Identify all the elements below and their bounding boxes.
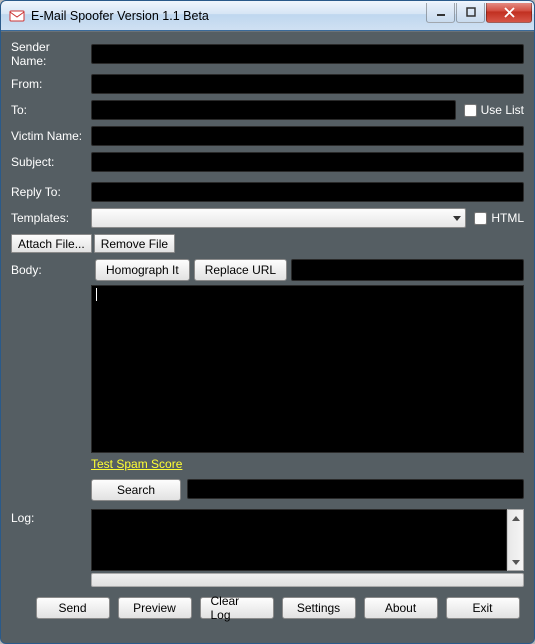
subject-input[interactable] bbox=[91, 152, 524, 172]
url-input[interactable] bbox=[291, 259, 524, 281]
test-spam-score-link[interactable]: Test Spam Score bbox=[91, 457, 182, 471]
html-checkbox[interactable] bbox=[474, 212, 487, 225]
use-list-label: Use List bbox=[481, 103, 524, 117]
sender-name-input[interactable] bbox=[91, 44, 524, 64]
reply-to-label: Reply To: bbox=[11, 185, 91, 199]
log-textarea[interactable] bbox=[91, 509, 507, 571]
search-button[interactable]: Search bbox=[91, 479, 181, 501]
victim-name-input[interactable] bbox=[91, 126, 524, 146]
preview-button[interactable]: Preview bbox=[118, 597, 192, 619]
templates-label: Templates: bbox=[11, 211, 91, 225]
to-label: To: bbox=[11, 103, 91, 117]
send-button[interactable]: Send bbox=[36, 597, 110, 619]
victim-name-label: Victim Name: bbox=[11, 129, 91, 143]
to-input[interactable] bbox=[91, 100, 456, 120]
body-label: Body: bbox=[11, 263, 91, 277]
sender-name-label: Sender Name: bbox=[11, 40, 91, 68]
clear-log-button[interactable]: Clear Log bbox=[200, 597, 274, 619]
about-button[interactable]: About bbox=[364, 597, 438, 619]
log-vertical-scrollbar[interactable] bbox=[507, 509, 524, 571]
log-horizontal-scrollbar[interactable] bbox=[91, 573, 524, 587]
minimize-button[interactable] bbox=[426, 3, 455, 23]
scroll-down-icon[interactable] bbox=[508, 554, 523, 570]
templates-combo[interactable] bbox=[91, 208, 466, 228]
app-icon bbox=[9, 8, 25, 24]
homograph-it-button[interactable]: Homograph It bbox=[95, 259, 190, 281]
settings-button[interactable]: Settings bbox=[282, 597, 356, 619]
chevron-down-icon bbox=[453, 216, 461, 221]
replace-url-button[interactable]: Replace URL bbox=[194, 259, 287, 281]
remove-file-button[interactable]: Remove File bbox=[94, 234, 175, 253]
use-list-checkbox[interactable] bbox=[464, 104, 477, 117]
maximize-button[interactable] bbox=[456, 3, 485, 23]
from-label: From: bbox=[11, 77, 91, 91]
client-area: Sender Name: From: To: Use List Victim N… bbox=[1, 31, 534, 643]
exit-button[interactable]: Exit bbox=[446, 597, 520, 619]
scroll-up-icon[interactable] bbox=[508, 510, 523, 526]
reply-to-input[interactable] bbox=[91, 182, 524, 202]
window-title: E-Mail Spoofer Version 1.1 Beta bbox=[31, 9, 426, 23]
text-cursor bbox=[96, 288, 97, 301]
log-label: Log: bbox=[11, 509, 91, 571]
search-input[interactable] bbox=[187, 479, 524, 499]
app-window: E-Mail Spoofer Version 1.1 Beta Sender N… bbox=[0, 0, 535, 644]
attach-file-button[interactable]: Attach File... bbox=[11, 234, 92, 253]
from-input[interactable] bbox=[91, 74, 524, 94]
html-label: HTML bbox=[491, 211, 524, 225]
close-button[interactable] bbox=[486, 3, 532, 23]
subject-label: Subject: bbox=[11, 155, 91, 169]
titlebar[interactable]: E-Mail Spoofer Version 1.1 Beta bbox=[1, 1, 534, 31]
body-textarea[interactable] bbox=[91, 285, 524, 453]
